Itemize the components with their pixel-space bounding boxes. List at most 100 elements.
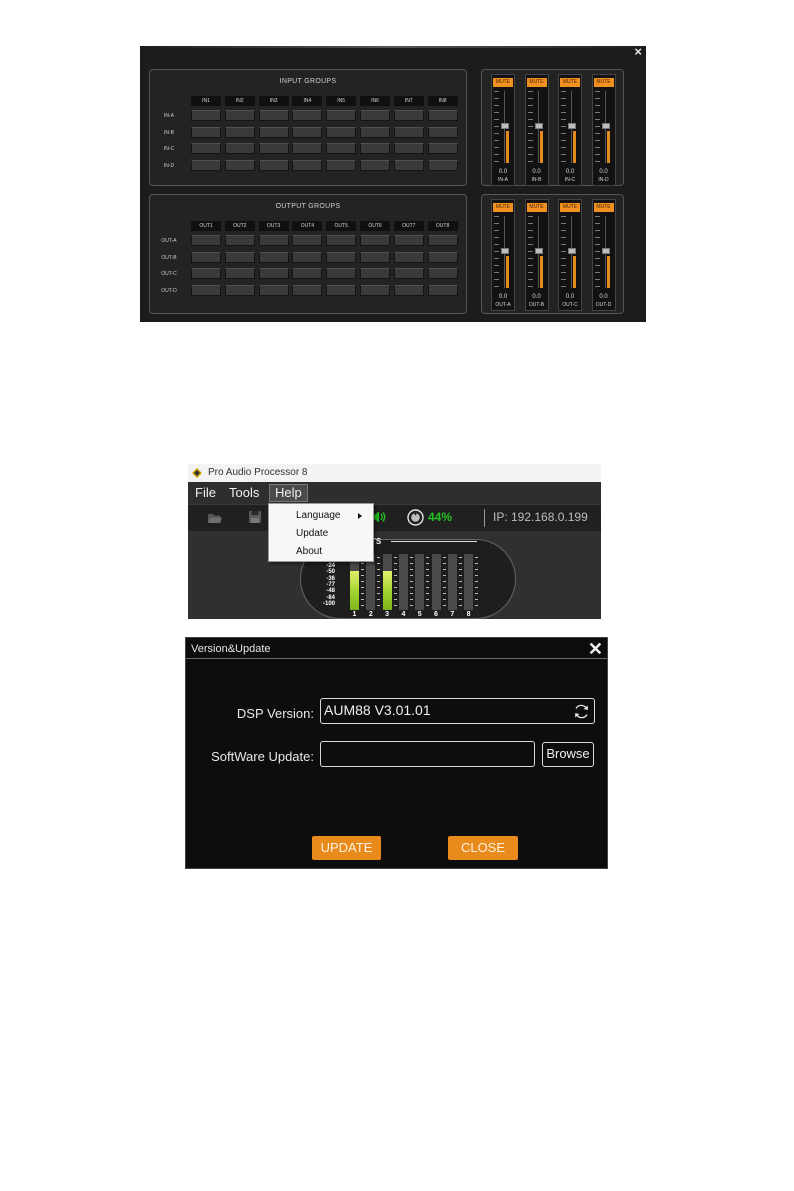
group-assign-cell[interactable] [258,251,289,263]
software-update-path-input[interactable] [320,741,535,767]
close-icon[interactable]: ✕ [588,639,603,659]
group-assign-cell[interactable] [258,126,289,138]
group-assign-cell[interactable] [360,251,390,263]
group-assign-cell[interactable] [224,268,255,279]
group-assign-cell[interactable] [326,268,357,279]
group-assign-cell[interactable] [224,159,255,171]
group-assign-cell[interactable] [224,235,255,246]
group-assign-cell[interactable] [360,235,390,246]
group-assign-cell[interactable] [360,268,390,279]
group-assign-cell[interactable] [393,159,424,171]
browse-button[interactable]: Browse [542,742,594,767]
menu-file[interactable]: File [190,484,221,502]
group-assign-cell[interactable] [360,126,390,138]
menu-item-update[interactable]: Update [269,525,373,542]
group-assign-cell[interactable] [427,143,458,154]
fader-handle[interactable] [501,123,509,129]
group-assign-cell[interactable] [427,268,458,279]
group-assign-cell[interactable] [326,143,357,154]
group-assign-cell[interactable] [427,235,458,246]
group-assign-cell[interactable] [191,251,221,263]
mute-button[interactable]: MUTE [560,78,580,87]
group-assign-cell[interactable] [191,235,221,246]
group-assign-cell[interactable] [360,143,390,154]
fader-handle[interactable] [568,248,576,254]
group-assign-cell[interactable] [292,268,323,279]
group-assign-cell[interactable] [360,159,390,171]
fader-handle[interactable] [601,248,610,254]
group-assign-cell[interactable] [393,251,424,263]
mute-button[interactable]: MUTE [526,203,547,212]
save-icon[interactable] [248,510,262,524]
group-assign-cell[interactable] [427,110,458,121]
group-assign-cell[interactable] [393,110,424,121]
menu-item-about[interactable]: About [269,543,373,560]
group-assign-cell[interactable] [393,268,424,279]
menu-help[interactable]: Help [269,484,308,502]
group-assign-cell[interactable] [427,284,458,296]
refresh-icon[interactable] [573,703,590,720]
update-button[interactable]: UPDATE [312,836,381,860]
speaker-icon[interactable] [372,510,386,524]
group-assign-cell[interactable] [224,126,255,138]
group-assign-cell[interactable] [393,235,424,246]
menu-tools[interactable]: Tools [224,484,264,502]
volume-knob-icon[interactable] [407,509,424,526]
scale-tick [594,112,600,113]
mute-button[interactable]: MUTE [593,78,614,87]
mute-button[interactable]: MUTE [493,203,513,212]
group-assign-cell[interactable] [326,251,357,263]
fader-handle[interactable] [534,248,543,254]
group-assign-cell[interactable] [292,110,323,121]
group-assign-cell[interactable] [326,126,357,138]
group-assign-cell[interactable] [292,284,323,296]
group-assign-cell[interactable] [360,284,390,296]
mute-button[interactable]: MUTE [526,78,547,87]
mute-button[interactable]: MUTE [493,78,513,87]
group-assign-cell[interactable] [258,268,289,279]
mute-button[interactable]: MUTE [593,203,614,212]
scale-tick [561,119,566,120]
group-assign-cell[interactable] [258,284,289,296]
group-assign-cell[interactable] [326,235,357,246]
group-assign-cell[interactable] [292,235,323,246]
group-assign-cell[interactable] [191,159,221,171]
group-assign-cell[interactable] [326,110,357,121]
group-assign-cell[interactable] [258,143,289,154]
group-assign-cell[interactable] [224,143,255,154]
group-assign-cell[interactable] [393,284,424,296]
group-assign-cell[interactable] [258,159,289,171]
group-assign-cell[interactable] [427,159,458,171]
group-assign-cell[interactable] [292,126,323,138]
group-assign-cell[interactable] [224,284,255,296]
group-assign-cell[interactable] [191,143,221,154]
group-assign-cell[interactable] [292,159,323,171]
group-assign-cell[interactable] [427,251,458,263]
fader-handle[interactable] [568,123,576,129]
group-assign-cell[interactable] [191,268,221,279]
group-assign-cell[interactable] [258,235,289,246]
group-assign-cell[interactable] [191,126,221,138]
group-assign-cell[interactable] [393,126,424,138]
group-assign-cell[interactable] [191,284,221,296]
fader-handle[interactable] [601,123,610,129]
fader-handle[interactable] [501,248,509,254]
close-icon[interactable]: × [634,45,642,58]
group-assign-cell[interactable] [326,284,357,296]
group-assign-cell[interactable] [224,110,255,121]
group-assign-cell[interactable] [326,159,357,171]
group-assign-cell[interactable] [427,126,458,138]
group-assign-cell[interactable] [360,110,390,121]
group-assign-cell[interactable] [393,143,424,154]
fader-handle[interactable] [534,123,543,129]
group-assign-cell[interactable] [258,110,289,121]
group-assign-cell[interactable] [292,251,323,263]
open-folder-icon[interactable] [207,511,223,524]
group-assign-cell[interactable] [292,143,323,154]
menu-item-language[interactable]: Language [269,507,373,524]
scale-tick [594,91,600,92]
group-assign-cell[interactable] [191,110,221,121]
group-assign-cell[interactable] [224,251,255,263]
close-button[interactable]: CLOSE [448,836,518,860]
mute-button[interactable]: MUTE [560,203,580,212]
